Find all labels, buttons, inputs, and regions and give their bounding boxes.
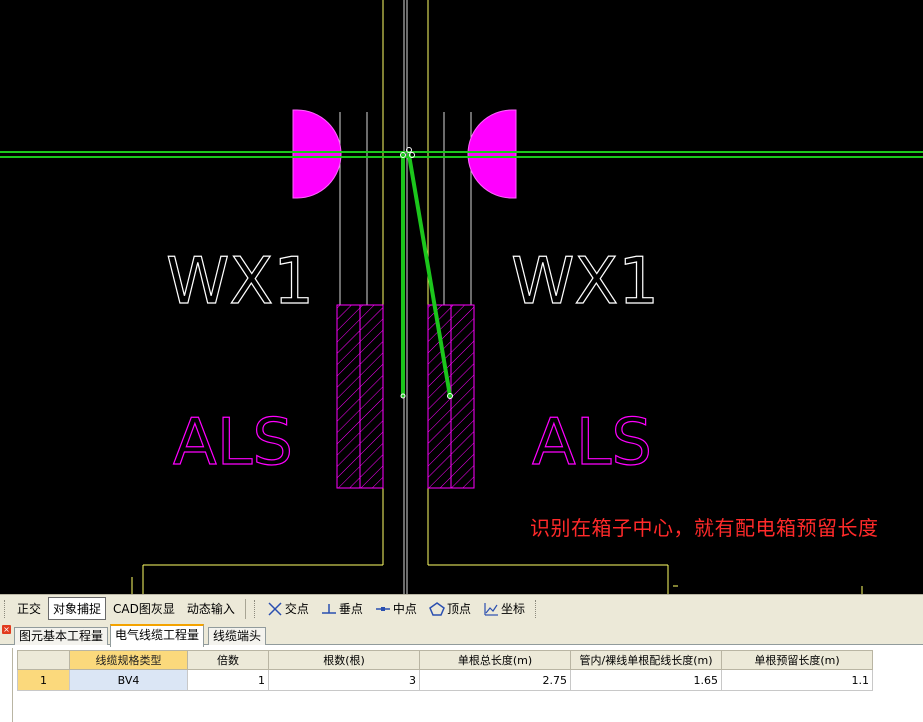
snap-vertex-button[interactable]: 顶点 xyxy=(424,597,476,620)
annotation-text: 识别在箱子中心，就有配电箱预留长度 xyxy=(530,516,879,540)
panel-left-border xyxy=(12,648,13,722)
midpoint-label: 中点 xyxy=(392,602,417,616)
cad-gray-label: CAD图灰显 xyxy=(113,602,175,616)
column-header-count[interactable]: 根数(根) xyxy=(268,650,420,670)
cad-canvas[interactable]: WX1 WX1 ALS ALS 识别在箱子中心，就有配电箱预留长度 xyxy=(0,0,923,594)
ortho-toggle[interactable]: 正交 xyxy=(12,597,46,620)
row-number-header xyxy=(17,650,70,670)
tab-element-quantity-label: 图元基本工程量 xyxy=(19,629,104,643)
distribution-box-left[interactable] xyxy=(336,304,384,489)
label-als-right: ALS xyxy=(532,406,652,480)
cad-gray-toggle[interactable]: CAD图灰显 xyxy=(108,597,180,620)
midpoint-icon xyxy=(375,606,390,611)
column-header-total-length[interactable]: 单根总长度(m) xyxy=(419,650,571,670)
cell-total-length[interactable]: 2.75 xyxy=(419,669,571,691)
tab-element-quantity[interactable]: 图元基本工程量 xyxy=(14,627,109,645)
vertex-label: 顶点 xyxy=(446,602,471,616)
perpendicular-label: 垂点 xyxy=(338,602,363,616)
cable-quantity-table: 线缆规格类型 倍数 根数(根) 单根总长度(m) 管内/裸线单根配线长度(m) … xyxy=(17,650,873,691)
label-wx1-left: WX1 xyxy=(166,245,314,319)
label-als-left: ALS xyxy=(173,406,293,480)
wire-horizontal[interactable] xyxy=(0,151,923,158)
toolbar-grip-2[interactable] xyxy=(253,599,258,618)
snap-perpendicular-button[interactable]: 垂点 xyxy=(316,597,368,620)
column-header-multiple[interactable]: 倍数 xyxy=(187,650,269,670)
cell-spec[interactable]: BV4 xyxy=(69,669,188,691)
dynamic-input-label: 动态输入 xyxy=(186,602,235,616)
perpendicular-icon xyxy=(321,603,336,614)
door-arc-right xyxy=(467,109,517,199)
toolbar-grip-3[interactable] xyxy=(534,599,539,618)
cell-reserve-length[interactable]: 1.1 xyxy=(721,669,873,691)
label-wx1-right: WX1 xyxy=(511,245,659,319)
snap-intersection-button[interactable]: 交点 xyxy=(262,597,314,620)
toolbar-grip[interactable] xyxy=(4,599,8,618)
cad-drawing: WX1 WX1 ALS ALS xyxy=(0,0,923,594)
coordinate-icon xyxy=(484,602,498,616)
dynamic-input-toggle[interactable]: 动态输入 xyxy=(182,597,240,620)
intersection-label: 交点 xyxy=(284,602,309,616)
vertex-icon xyxy=(429,601,445,616)
tab-cable-quantity[interactable]: 电气线缆工程量 xyxy=(110,624,205,647)
table-row[interactable]: 1 BV4 1 3 2.75 1.65 1.1 xyxy=(17,669,873,691)
column-header-reserve-length[interactable]: 单根预留长度(m) xyxy=(721,650,873,670)
tab-cable-terminal-label: 线缆端头 xyxy=(213,629,262,643)
toolbar-separator xyxy=(244,598,246,619)
column-header-spec[interactable]: 线缆规格类型 xyxy=(69,650,188,670)
close-icon[interactable]: × xyxy=(2,625,11,634)
tab-cable-terminal[interactable]: 线缆端头 xyxy=(208,627,267,645)
snap-coordinate-button[interactable]: 坐标 xyxy=(478,597,530,620)
ortho-label: 正交 xyxy=(17,602,42,616)
center-lines xyxy=(339,0,472,594)
coordinate-label: 坐标 xyxy=(500,602,525,616)
table-header-row: 线缆规格类型 倍数 根数(根) 单根总长度(m) 管内/裸线单根配线长度(m) … xyxy=(17,650,873,670)
tab-cable-quantity-label: 电气线缆工程量 xyxy=(115,628,200,642)
cell-count[interactable]: 3 xyxy=(268,669,420,691)
column-header-inner-length[interactable]: 管内/裸线单根配线长度(m) xyxy=(570,650,722,670)
cell-multiple[interactable]: 1 xyxy=(187,669,269,691)
row-number[interactable]: 1 xyxy=(17,669,70,691)
door-arc-left xyxy=(292,109,342,199)
intersection-icon xyxy=(268,601,282,616)
cell-inner-length[interactable]: 1.65 xyxy=(570,669,722,691)
panel-tabs: × 图元基本工程量 电气线缆工程量 线缆端头 xyxy=(0,622,923,647)
object-snap-toggle[interactable]: 对象捕捉 xyxy=(48,597,107,620)
snap-midpoint-button[interactable]: 中点 xyxy=(370,597,422,620)
object-snap-label: 对象捕捉 xyxy=(53,602,102,616)
wire-drop[interactable] xyxy=(401,153,452,398)
snap-toolbar: 正交 对象捕捉 CAD图灰显 动态输入 交点 垂点 中点 顶点 坐标 xyxy=(0,594,923,622)
